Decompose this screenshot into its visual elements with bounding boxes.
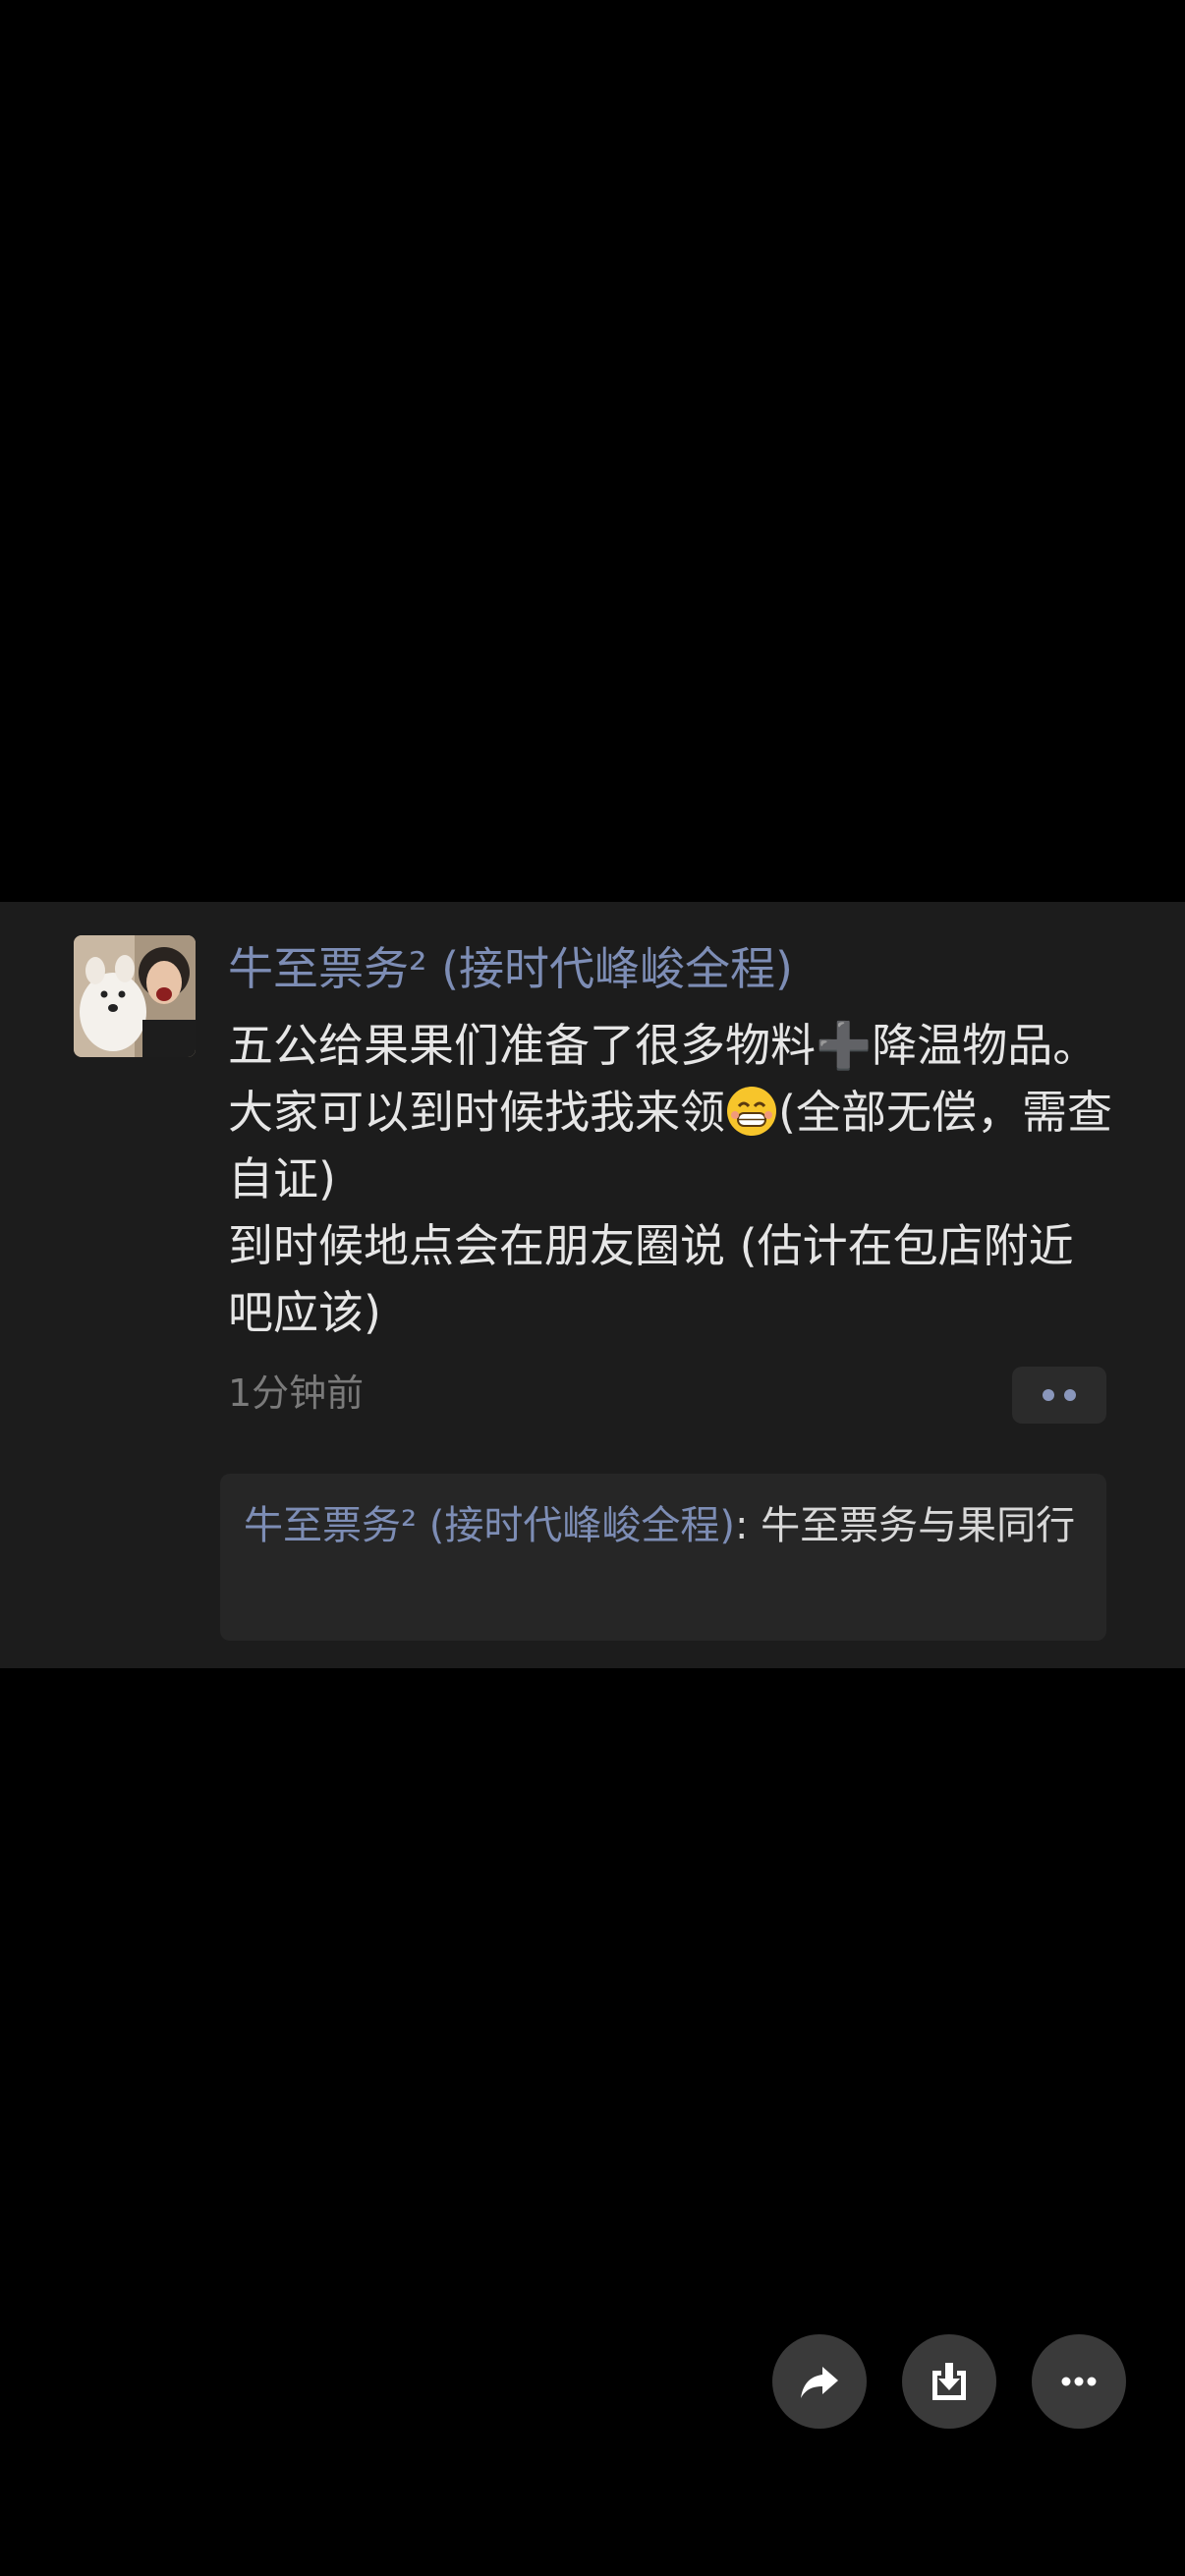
post-menu-button[interactable] <box>1012 1367 1106 1424</box>
post-timestamp: 1分钟前 <box>228 1372 365 1415</box>
comment-box: 牛至票务² (接时代峰峻全程): 牛至票务与果同行 <box>220 1474 1106 1641</box>
more-options-button[interactable] <box>1032 2334 1126 2429</box>
more-dots-icon <box>1064 1389 1076 1401</box>
post-line: 五公给果果们准备了很多物料➕降温物品。大家可以到时候找我来领 (全部无偿，需查自证… <box>228 1012 1112 1212</box>
download-icon <box>932 2363 966 2400</box>
share-arrow-icon <box>801 2367 838 2398</box>
comment[interactable]: 牛至票务² (接时代峰峻全程): 牛至票务与果同行 <box>244 1495 1079 1556</box>
comment-separator: : <box>734 1503 762 1548</box>
download-button[interactable] <box>902 2334 996 2429</box>
post-body: 五公给果果们准备了很多物料➕降温物品。大家可以到时候找我来领 (全部无偿，需查自证… <box>228 1012 1112 1346</box>
post-author-name[interactable]: 牛至票务² (接时代峰峻全程) <box>228 929 1112 1008</box>
post-line: 到时候地点会在朋友圈说 (估计在包店附近吧应该) <box>228 1219 1074 1339</box>
comment-text: 牛至票务与果同行 <box>761 1503 1076 1548</box>
page: 牛至票务² (接时代峰峻全程) 五公给果果们准备了很多物料➕降温物品。大家可以到… <box>0 0 1185 2576</box>
avatar[interactable] <box>74 935 196 1057</box>
moment-post-card: 牛至票务² (接时代峰峻全程) 五公给果果们准备了很多物料➕降温物品。大家可以到… <box>0 902 1185 1668</box>
avatar-image <box>74 935 196 1057</box>
share-button[interactable] <box>772 2334 867 2429</box>
grinning-face-emoji <box>727 1087 776 1136</box>
more-horizontal-icon <box>1061 2377 1097 2386</box>
more-dots-icon <box>1043 1389 1054 1401</box>
comment-author[interactable]: 牛至票务² (接时代峰峻全程) <box>244 1503 735 1548</box>
